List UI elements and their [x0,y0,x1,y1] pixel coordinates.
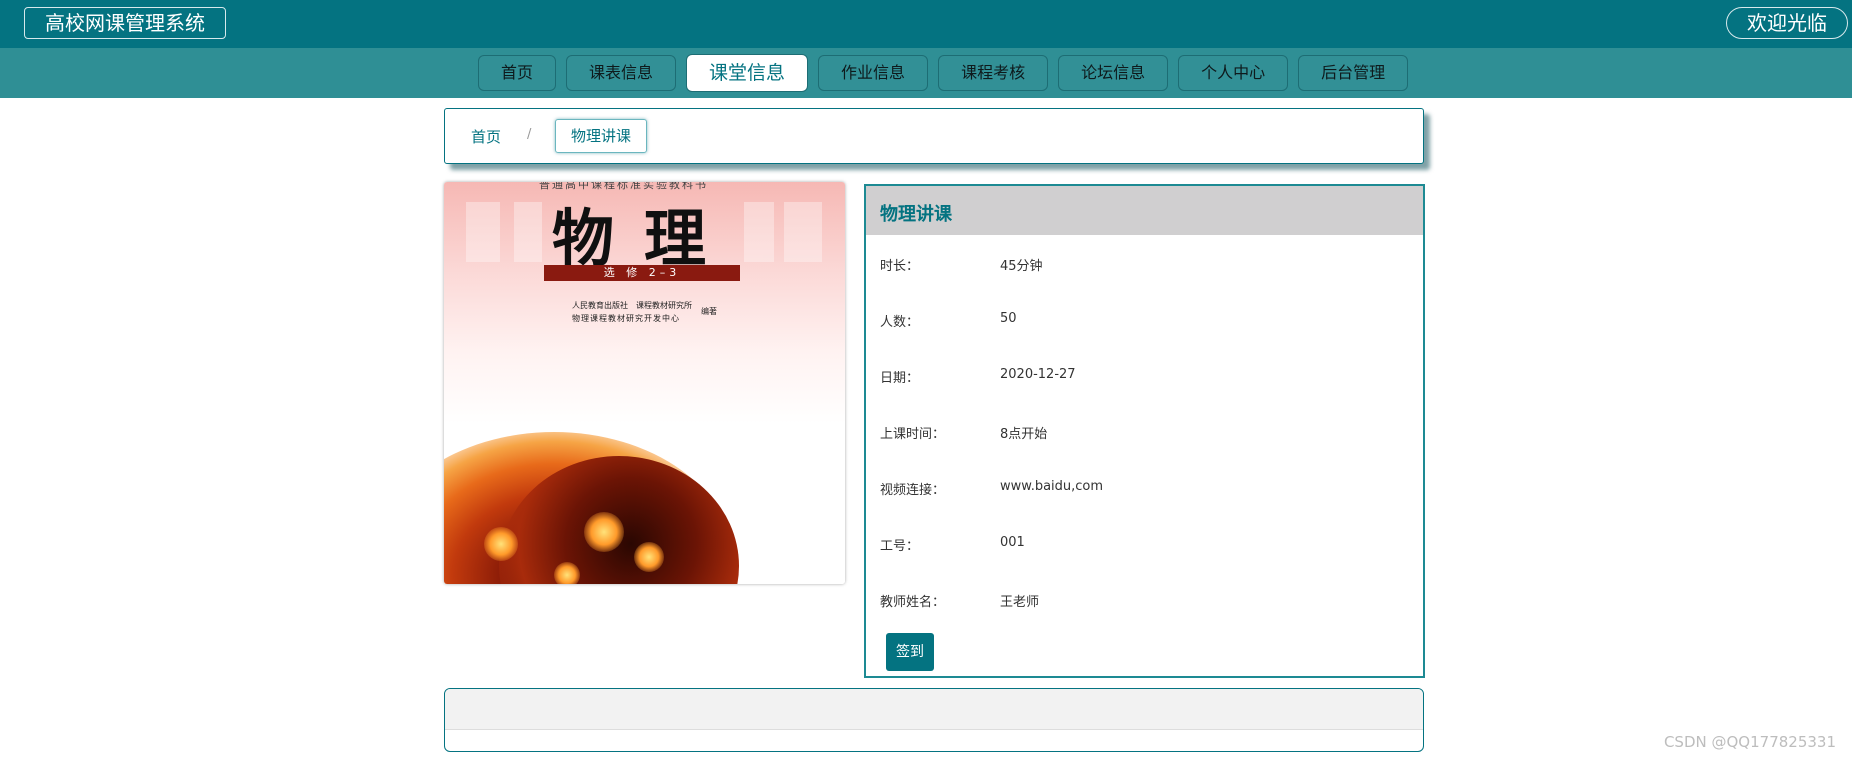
cover-publisher-role: 编著 [701,307,717,316]
field-label: 日期： [880,371,920,386]
nav-item-homework[interactable]: 作业信息 [818,55,929,91]
nav-item-schedule[interactable]: 课表信息 [566,55,677,91]
cover-flare [554,562,580,584]
field-video-link: 视频连接： www.baidu,com [880,479,1400,499]
field-label: 视频连接： [880,483,946,498]
field-label: 人数： [880,315,920,330]
field-teacher-name: 教师姓名： 王老师 [880,591,1400,611]
breadcrumb-home-link[interactable]: 首页 [471,126,501,147]
field-value: www.baidu,com [1000,479,1104,494]
watermark: CSDN @QQ177825331 [1663,733,1836,751]
comment-section-header [445,689,1423,730]
nav-list: 首页 课表信息 课堂信息 作业信息 课程考核 论坛信息 个人中心 后台管理 [478,54,1409,92]
course-cover-image: 普通高中课程标准实验教科书 物理 选 修 2–3 人民教育出版社 课程教材研究所… [444,182,845,584]
field-date: 日期： 2020-12-27 [880,367,1400,387]
nav-item-classroom[interactable]: 课堂信息 [686,54,809,92]
welcome-badge: 欢迎光临 [1726,7,1848,39]
field-class-time: 上课时间： 8点开始 [880,423,1400,443]
detail-header: 物理讲课 [866,186,1423,235]
nav-item-admin[interactable]: 后台管理 [1298,55,1409,91]
course-detail-panel: 物理讲课 时长： 45分钟 人数： 50 日期： 2020-12-27 上课时间… [864,184,1425,678]
field-label: 时长： [880,259,920,274]
field-value: 50 [1000,311,1017,326]
field-label: 工号： [880,539,920,554]
breadcrumb-current: 物理讲课 [555,119,648,153]
site-title[interactable]: 高校网课管理系统 [24,7,226,39]
field-duration: 时长： 45分钟 [880,255,1400,275]
field-label: 教师姓名： [880,595,946,610]
field-value: 2020-12-27 [1000,367,1076,382]
top-header: 高校网课管理系统 欢迎光临 [0,0,1852,48]
comment-section [444,688,1424,752]
nav-item-assessment[interactable]: 课程考核 [938,55,1049,91]
main-nav: 首页 课表信息 课堂信息 作业信息 课程考核 论坛信息 个人中心 后台管理 [0,48,1852,98]
cover-publisher-line2: 物理课程教材研究开发中心 [572,314,680,323]
checkin-button[interactable]: 签到 [886,633,934,671]
detail-title: 物理讲课 [880,204,952,225]
cover-flare [634,542,664,572]
field-label: 上课时间： [880,427,946,442]
field-value: 001 [1000,535,1025,550]
field-value: 王老师 [1000,595,1040,610]
field-headcount: 人数： 50 [880,311,1400,331]
cover-flare [484,527,518,561]
breadcrumb-separator: / [527,127,532,142]
field-value: 45分钟 [1000,259,1043,274]
cover-flare [584,512,624,552]
nav-item-profile[interactable]: 个人中心 [1178,55,1289,91]
nav-item-home[interactable]: 首页 [478,55,557,91]
cover-volume-band: 选 修 2–3 [544,265,740,281]
nav-item-forum[interactable]: 论坛信息 [1058,55,1169,91]
cover-publisher-line1: 人民教育出版社 课程教材研究所 [572,301,692,310]
breadcrumb: 首页 / 物理讲课 [444,108,1424,164]
field-staff-id: 工号： 001 [880,535,1400,555]
field-value: 8点开始 [1000,427,1048,442]
